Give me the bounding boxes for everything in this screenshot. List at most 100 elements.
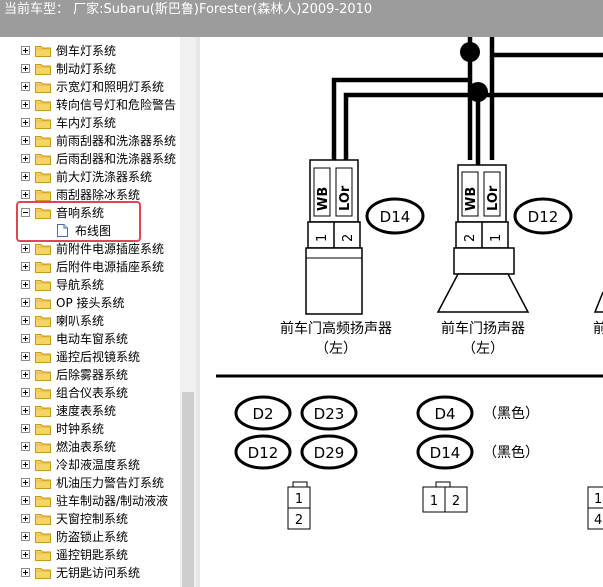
folder-icon [35, 261, 51, 273]
pinout-b-pin-1: 1 [430, 494, 438, 509]
expand-icon[interactable] [21, 280, 30, 289]
expand-icon[interactable] [21, 46, 30, 55]
folder-icon [35, 387, 51, 399]
tree-item-label: 组合仪表系统 [56, 386, 129, 400]
tree-item-label: 时钟系统 [56, 422, 105, 436]
folder-icon [35, 189, 51, 201]
expand-icon[interactable] [21, 298, 30, 307]
black-color-note-2: （黑色） [483, 444, 539, 461]
folder-icon [35, 81, 51, 93]
tree-item-label: 机油压力警告灯系统 [56, 476, 165, 490]
tree-item-label: 冷却液温度系统 [56, 458, 141, 472]
folder-icon [35, 441, 51, 453]
speaker-label: 前车门扬声器 [441, 320, 525, 337]
pin-1-right: 1 [489, 234, 504, 242]
tree-item-label: 防盗锁止系统 [56, 530, 129, 544]
expand-icon[interactable] [21, 172, 30, 181]
folder-icon [35, 459, 51, 471]
pin-1-left: 1 [315, 234, 330, 242]
expand-icon[interactable] [21, 442, 30, 451]
wiring-diagram: WB LOr 1 2 D14 WB LOr 2 1 D12 前车门高频扬声器 （… [200, 37, 603, 587]
tree-scrollbar[interactable] [180, 37, 196, 587]
conn-d14-label: D14 [380, 208, 411, 226]
tree-item-label: 制动灯系统 [56, 62, 117, 76]
tree-item-label: 遥控钥匙系统 [56, 548, 129, 562]
tree-item-label: 车内灯系统 [56, 116, 117, 130]
expand-icon[interactable] [21, 550, 30, 559]
tree-item-label: 前雨刮器和洗涤器系统 [56, 134, 177, 148]
pinout-b-pin-2: 2 [452, 494, 460, 509]
tree-item-label: 后雨刮器和洗涤器系统 [56, 152, 177, 166]
pinout-c-pin-4: 4 [594, 513, 602, 528]
expand-icon[interactable] [21, 406, 30, 415]
pin-2-left: 2 [341, 234, 356, 242]
tree-item-label: 转向信号灯和危险警告 [56, 98, 177, 112]
tree-item-label: 倒车灯系统 [56, 44, 117, 58]
code-d4: D4 [434, 405, 455, 423]
tweeter-label: 前车门高频扬声器 [280, 320, 392, 337]
folder-icon [35, 369, 51, 381]
expand-icon[interactable] [21, 316, 30, 325]
expand-icon[interactable] [21, 64, 30, 73]
folder-icon [35, 135, 51, 147]
tree-item-label: 驻车制动器/制动液液 [56, 494, 169, 508]
expand-icon[interactable] [21, 136, 30, 145]
tree-item-label: 后附件电源插座系统 [56, 260, 165, 274]
folder-icon [35, 477, 51, 489]
folder-icon [35, 279, 51, 291]
expand-icon[interactable] [21, 100, 30, 109]
expand-icon[interactable] [21, 460, 30, 469]
title-bar: 当前车型： 厂家:Subaru(斯巴鲁)Forester(森林人)2009-20… [0, 0, 603, 37]
expand-icon[interactable] [21, 532, 30, 541]
speaker-sub-label: （左） [462, 341, 504, 357]
expand-icon[interactable] [21, 154, 30, 163]
expand-icon[interactable] [21, 424, 30, 433]
tree-item-label: 燃油表系统 [56, 440, 117, 454]
scrollbar-thumb[interactable] [182, 392, 194, 587]
expand-icon[interactable] [21, 370, 30, 379]
tweeter-sub-label: （左） [315, 341, 357, 357]
wire-wb-right: WB [464, 187, 479, 211]
tree-item-label: 速度表系统 [56, 404, 117, 418]
folder-icon [35, 567, 51, 579]
expand-icon[interactable] [21, 478, 30, 487]
tree-item-label: 遥控后视镜系统 [56, 350, 141, 364]
folder-icon [35, 297, 51, 309]
tree-item-label: 无钥匙访问系统 [56, 566, 141, 580]
black-color-note-1: （黑色） [483, 405, 539, 422]
expand-icon[interactable] [21, 262, 30, 271]
folder-icon [35, 423, 51, 435]
folder-icon [35, 405, 51, 417]
partial-speaker [593, 291, 603, 313]
expand-icon[interactable] [21, 190, 30, 199]
wire-wb-left: WB [316, 187, 331, 211]
tree-item-label: 导航系统 [56, 278, 105, 292]
tweeter-connector: WB LOr 1 2 [305, 159, 363, 315]
current-model-text: 当前车型： 厂家:Subaru(斯巴鲁)Forester(森林人)2009-20… [4, 2, 373, 17]
expand-icon[interactable] [21, 118, 30, 127]
code-d14: D14 [430, 444, 461, 462]
expand-icon[interactable] [21, 568, 30, 577]
expand-icon[interactable] [21, 82, 30, 91]
expand-icon[interactable] [21, 496, 30, 505]
tree-item-label: OP 接头系统 [56, 296, 125, 310]
expand-icon[interactable] [21, 388, 30, 397]
folder-icon [35, 99, 51, 111]
folder-icon [35, 171, 51, 183]
folder-icon [35, 63, 51, 75]
code-d23: D23 [314, 405, 345, 423]
pinout-a-pin-2: 2 [295, 513, 303, 528]
expand-icon[interactable] [21, 514, 30, 523]
expand-icon[interactable] [21, 334, 30, 343]
folder-icon [35, 531, 51, 543]
folder-icon [35, 153, 51, 165]
folder-icon [35, 351, 51, 363]
tree-item-label: 前附件电源插座系统 [56, 242, 165, 256]
expand-icon[interactable] [21, 244, 30, 253]
edge-label: 前 [593, 320, 603, 337]
wire-lor-left: LOr [338, 185, 353, 211]
selection-highlight [16, 201, 141, 242]
wire-lor-right: LOr [486, 185, 501, 211]
system-tree[interactable]: 倒车灯系统 制动灯系统 示宽灯和照明灯系统 转向信号灯和危险警告 车内灯系统 前雨刮器和洗… [0, 37, 180, 587]
expand-icon[interactable] [21, 352, 30, 361]
